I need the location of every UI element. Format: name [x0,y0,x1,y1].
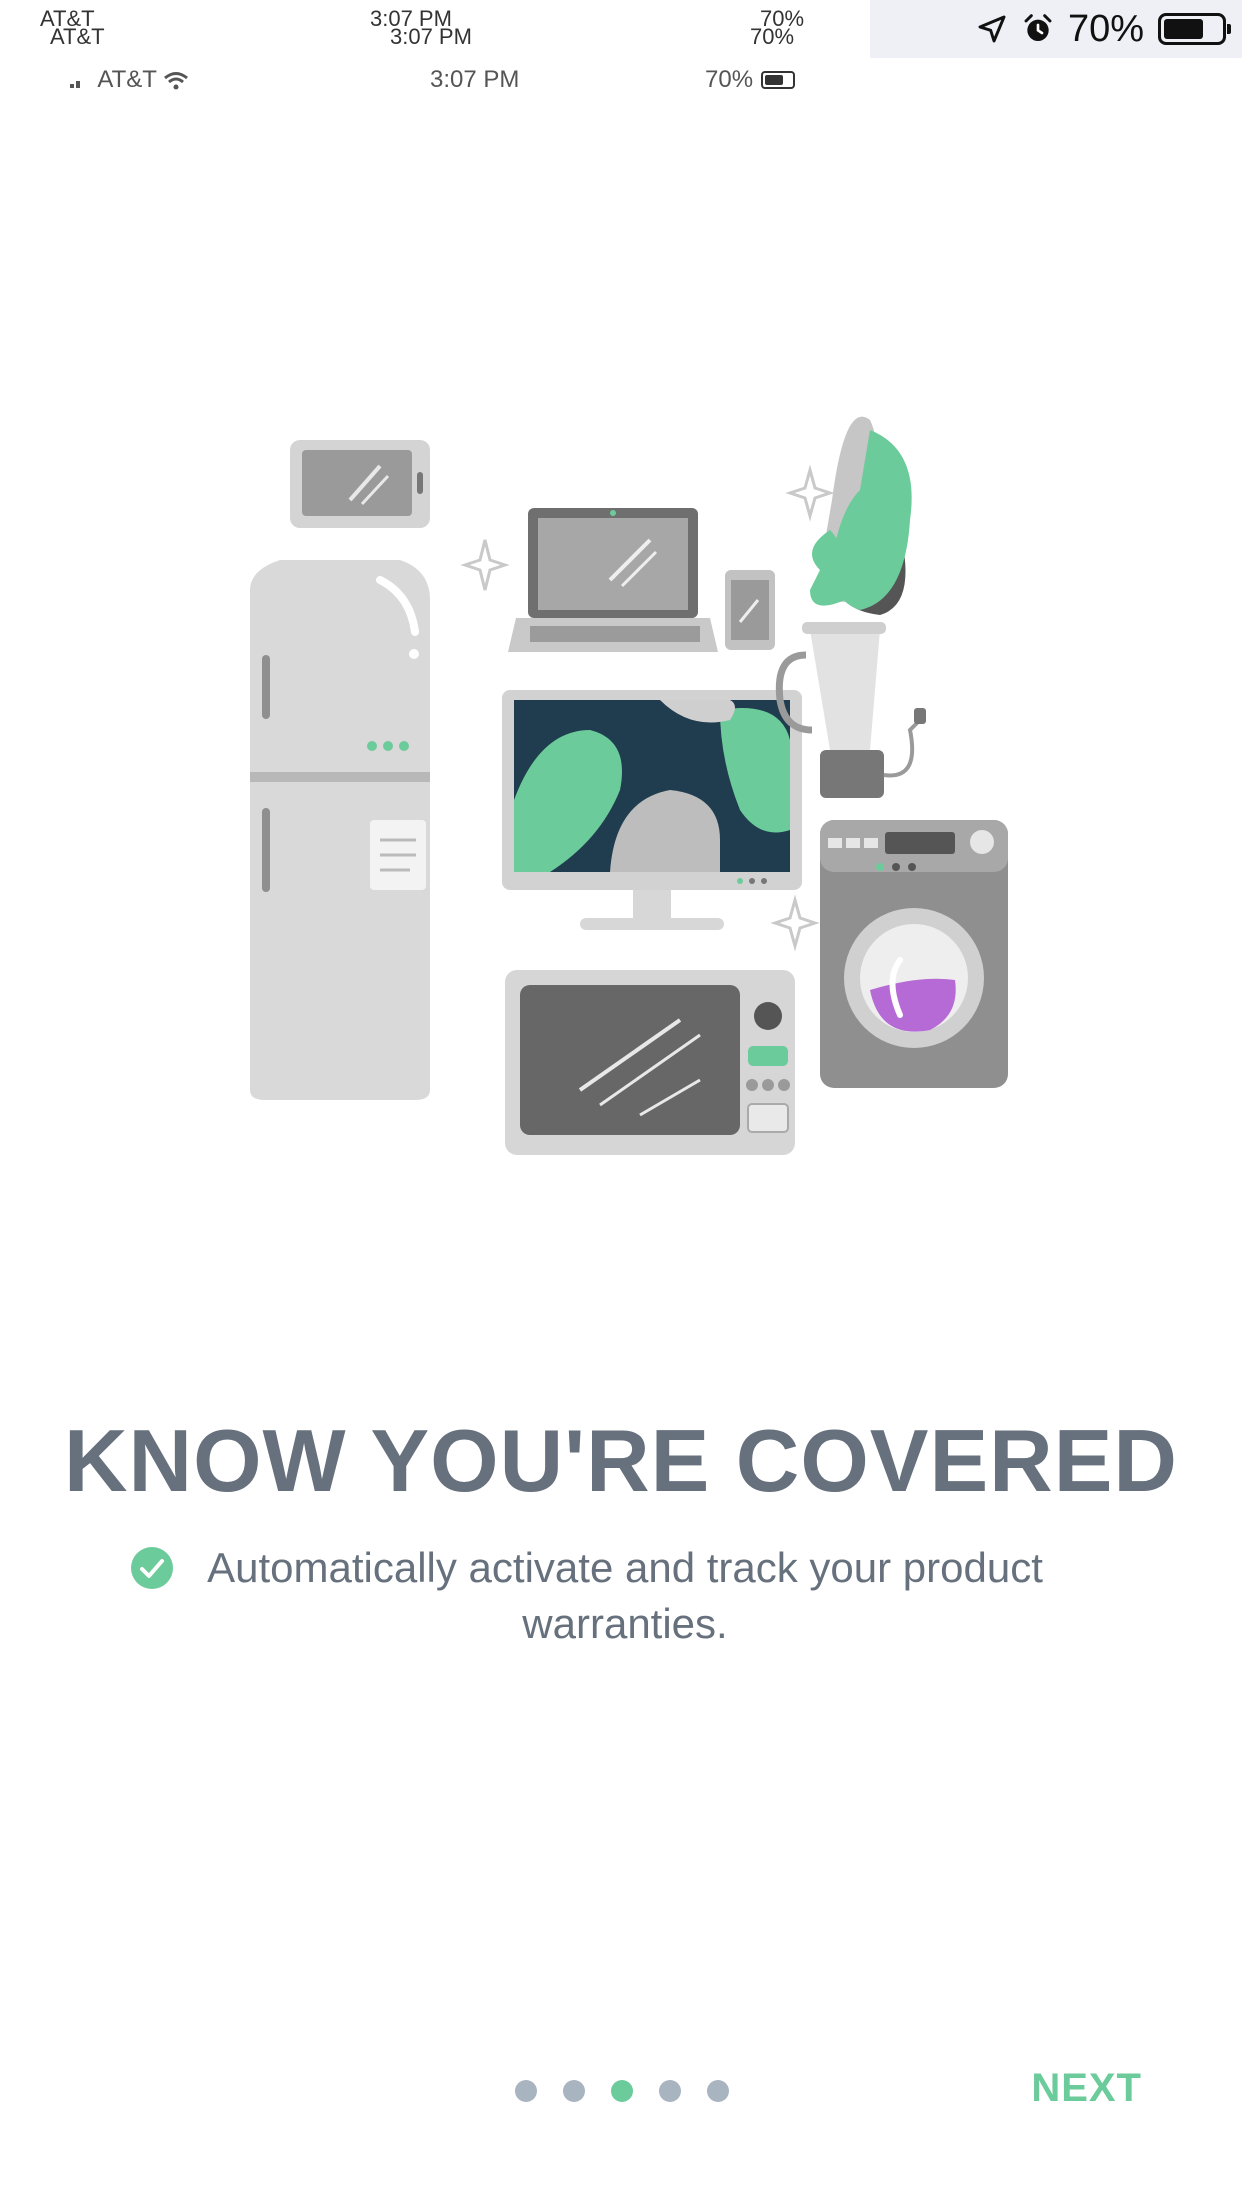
carrier-label: AT&T [70,66,189,94]
feature-description: Automatically activate and track your pr… [207,1544,1043,1647]
battery-percent: 70% [1067,7,1144,50]
smartphone-icon [725,570,775,650]
status-bar: AT&T 3:07 PM 70% AT&T 3:07 PM 70% 70% [0,0,1242,58]
laptop-icon [508,508,718,652]
wifi-icon [164,71,189,90]
status-time: 3:07 PM [430,66,520,93]
signal-icon [70,80,80,88]
battery-icon [1158,13,1231,45]
page-dot[interactable] [707,2080,729,2102]
next-button[interactable]: NEXT [1031,2066,1142,2111]
battery-percent-mini: 70% [705,66,754,93]
secondary-status-bar: AT&T 3:07 PM 70% [0,62,870,98]
phone-icon [290,440,430,528]
page-indicator [515,2080,729,2102]
microwave-icon [505,970,795,1155]
washing-machine-icon [820,820,1008,1088]
status-right-mini: 70% [705,66,796,94]
fridge-icon [250,560,430,1100]
appliances-illustration [250,416,1008,1155]
page-dot-active[interactable] [611,2080,633,2102]
page-dot[interactable] [563,2080,585,2102]
battery-icon-mini [761,71,796,89]
monitor-icon [502,690,802,930]
status-right-group: 70% [976,6,1231,52]
page-title: KNOW YOU'RE COVERED [64,1411,1178,1510]
page-dot[interactable] [515,2080,537,2102]
location-icon [978,15,1006,43]
page-dot[interactable] [659,2080,681,2102]
alarm-icon [1024,14,1052,41]
